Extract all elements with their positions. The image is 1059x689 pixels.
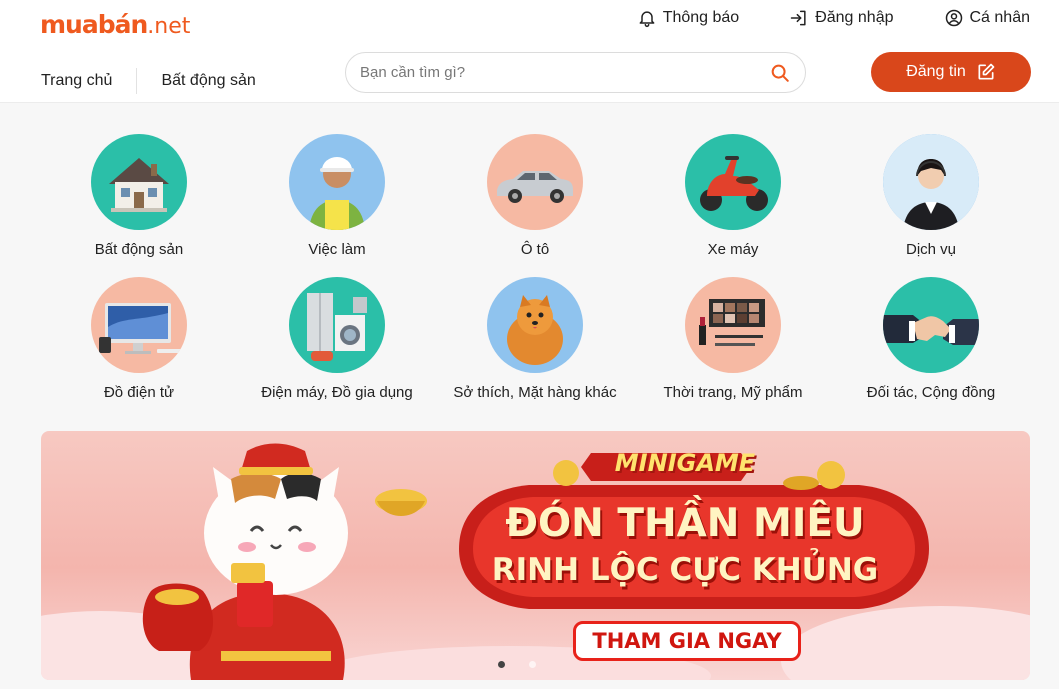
lucky-cat-illustration: [142, 443, 427, 680]
category-label: Bất động sản: [94, 241, 184, 258]
carousel-dot-1[interactable]: [498, 661, 505, 668]
computer-icon: [99, 303, 181, 354]
nav-real-estate[interactable]: Bất động sản: [161, 72, 255, 90]
category-circle: [91, 277, 187, 373]
category-grid: Bất động sản Việc làm Ô tô Xe máy Dịch v…: [40, 134, 1030, 401]
category-label: Điện máy, Đồ gia dụng: [261, 384, 413, 401]
category-cars[interactable]: Ô tô: [436, 134, 634, 258]
category-label: Việc làm: [308, 241, 366, 258]
category-label: Ô tô: [520, 241, 550, 258]
search-input[interactable]: [360, 64, 769, 81]
logo-main: muabán: [40, 10, 148, 39]
category-motorbikes[interactable]: Xe máy: [634, 134, 832, 258]
account-label: Cá nhân: [969, 9, 1031, 26]
header: muabán.net Thông báo Đăng nhập Cá nhân T…: [0, 0, 1059, 103]
handshake-icon: [883, 315, 979, 345]
post-ad-label: Đăng tin: [906, 63, 966, 80]
category-circle: [91, 134, 187, 230]
scooter-icon: [700, 156, 768, 211]
logo-suffix: .net: [147, 14, 191, 39]
category-hobbies[interactable]: Sở thích, Mặt hàng khác: [436, 277, 634, 401]
category-partners[interactable]: Đối tác, Cộng đồng: [832, 277, 1030, 401]
category-fashion[interactable]: Thời trang, Mỹ phẩm: [634, 277, 832, 401]
category-circle: [883, 134, 979, 230]
category-services[interactable]: Dịch vụ: [832, 134, 1030, 258]
agent-icon: [883, 134, 979, 230]
category-label: Sở thích, Mặt hàng khác: [453, 384, 617, 401]
category-circle: [487, 134, 583, 230]
category-circle: [685, 277, 781, 373]
category-label: Thời trang, Mỹ phẩm: [663, 384, 803, 401]
edit-icon: [978, 63, 995, 80]
category-circle: [883, 277, 979, 373]
worker-icon: [309, 157, 365, 230]
category-electronics[interactable]: Đồ điện tử: [40, 277, 238, 401]
category-circle: [487, 277, 583, 373]
login-label: Đăng nhập: [815, 9, 894, 26]
house-icon: [109, 158, 169, 212]
category-circle: [685, 134, 781, 230]
main-nav: Trang chủ Bất động sản: [41, 68, 256, 94]
category-label: Xe máy: [707, 241, 759, 258]
bell-icon: [639, 11, 655, 28]
top-links: Thông báo Đăng nhập Cá nhân: [587, 8, 1030, 28]
login-link[interactable]: Đăng nhập: [789, 8, 894, 28]
category-real-estate[interactable]: Bất động sản: [40, 134, 238, 258]
category-label: Đối tác, Cộng đồng: [866, 384, 996, 401]
login-icon: [790, 10, 806, 26]
category-circle: [289, 134, 385, 230]
nav-home[interactable]: Trang chủ: [41, 72, 112, 90]
notifications-label: Thông báo: [662, 9, 740, 26]
post-ad-button[interactable]: Đăng tin: [871, 52, 1031, 92]
join-now-button[interactable]: THAM GIA NGAY: [573, 621, 801, 661]
logo[interactable]: muabán.net: [40, 10, 190, 39]
category-circle: [289, 277, 385, 373]
category-appliances[interactable]: Điện máy, Đồ gia dụng: [238, 277, 436, 401]
search-bar: [345, 52, 806, 93]
user-icon: [945, 9, 962, 27]
appliance-icon: [307, 293, 367, 361]
banner-headline: ĐÓN THẦN MIÊU: [505, 501, 865, 546]
account-link[interactable]: Cá nhân: [944, 8, 1031, 28]
cosmetics-icon: [699, 299, 765, 346]
category-jobs[interactable]: Việc làm: [238, 134, 436, 258]
notifications-link[interactable]: Thông báo: [637, 8, 740, 28]
category-label: Đồ điện tử: [103, 384, 175, 401]
banner-tag: MINIGAME: [614, 449, 756, 477]
car-icon: [497, 171, 573, 203]
carousel-dots: [498, 661, 536, 668]
category-label: Dịch vụ: [905, 241, 957, 258]
dog-icon: [507, 295, 563, 365]
carousel-dot-2[interactable]: [529, 661, 536, 668]
banner-subheadline: RINH LỘC CỰC KHỦNG: [491, 552, 879, 588]
search-icon[interactable]: [769, 62, 791, 84]
nav-divider: [136, 68, 138, 94]
